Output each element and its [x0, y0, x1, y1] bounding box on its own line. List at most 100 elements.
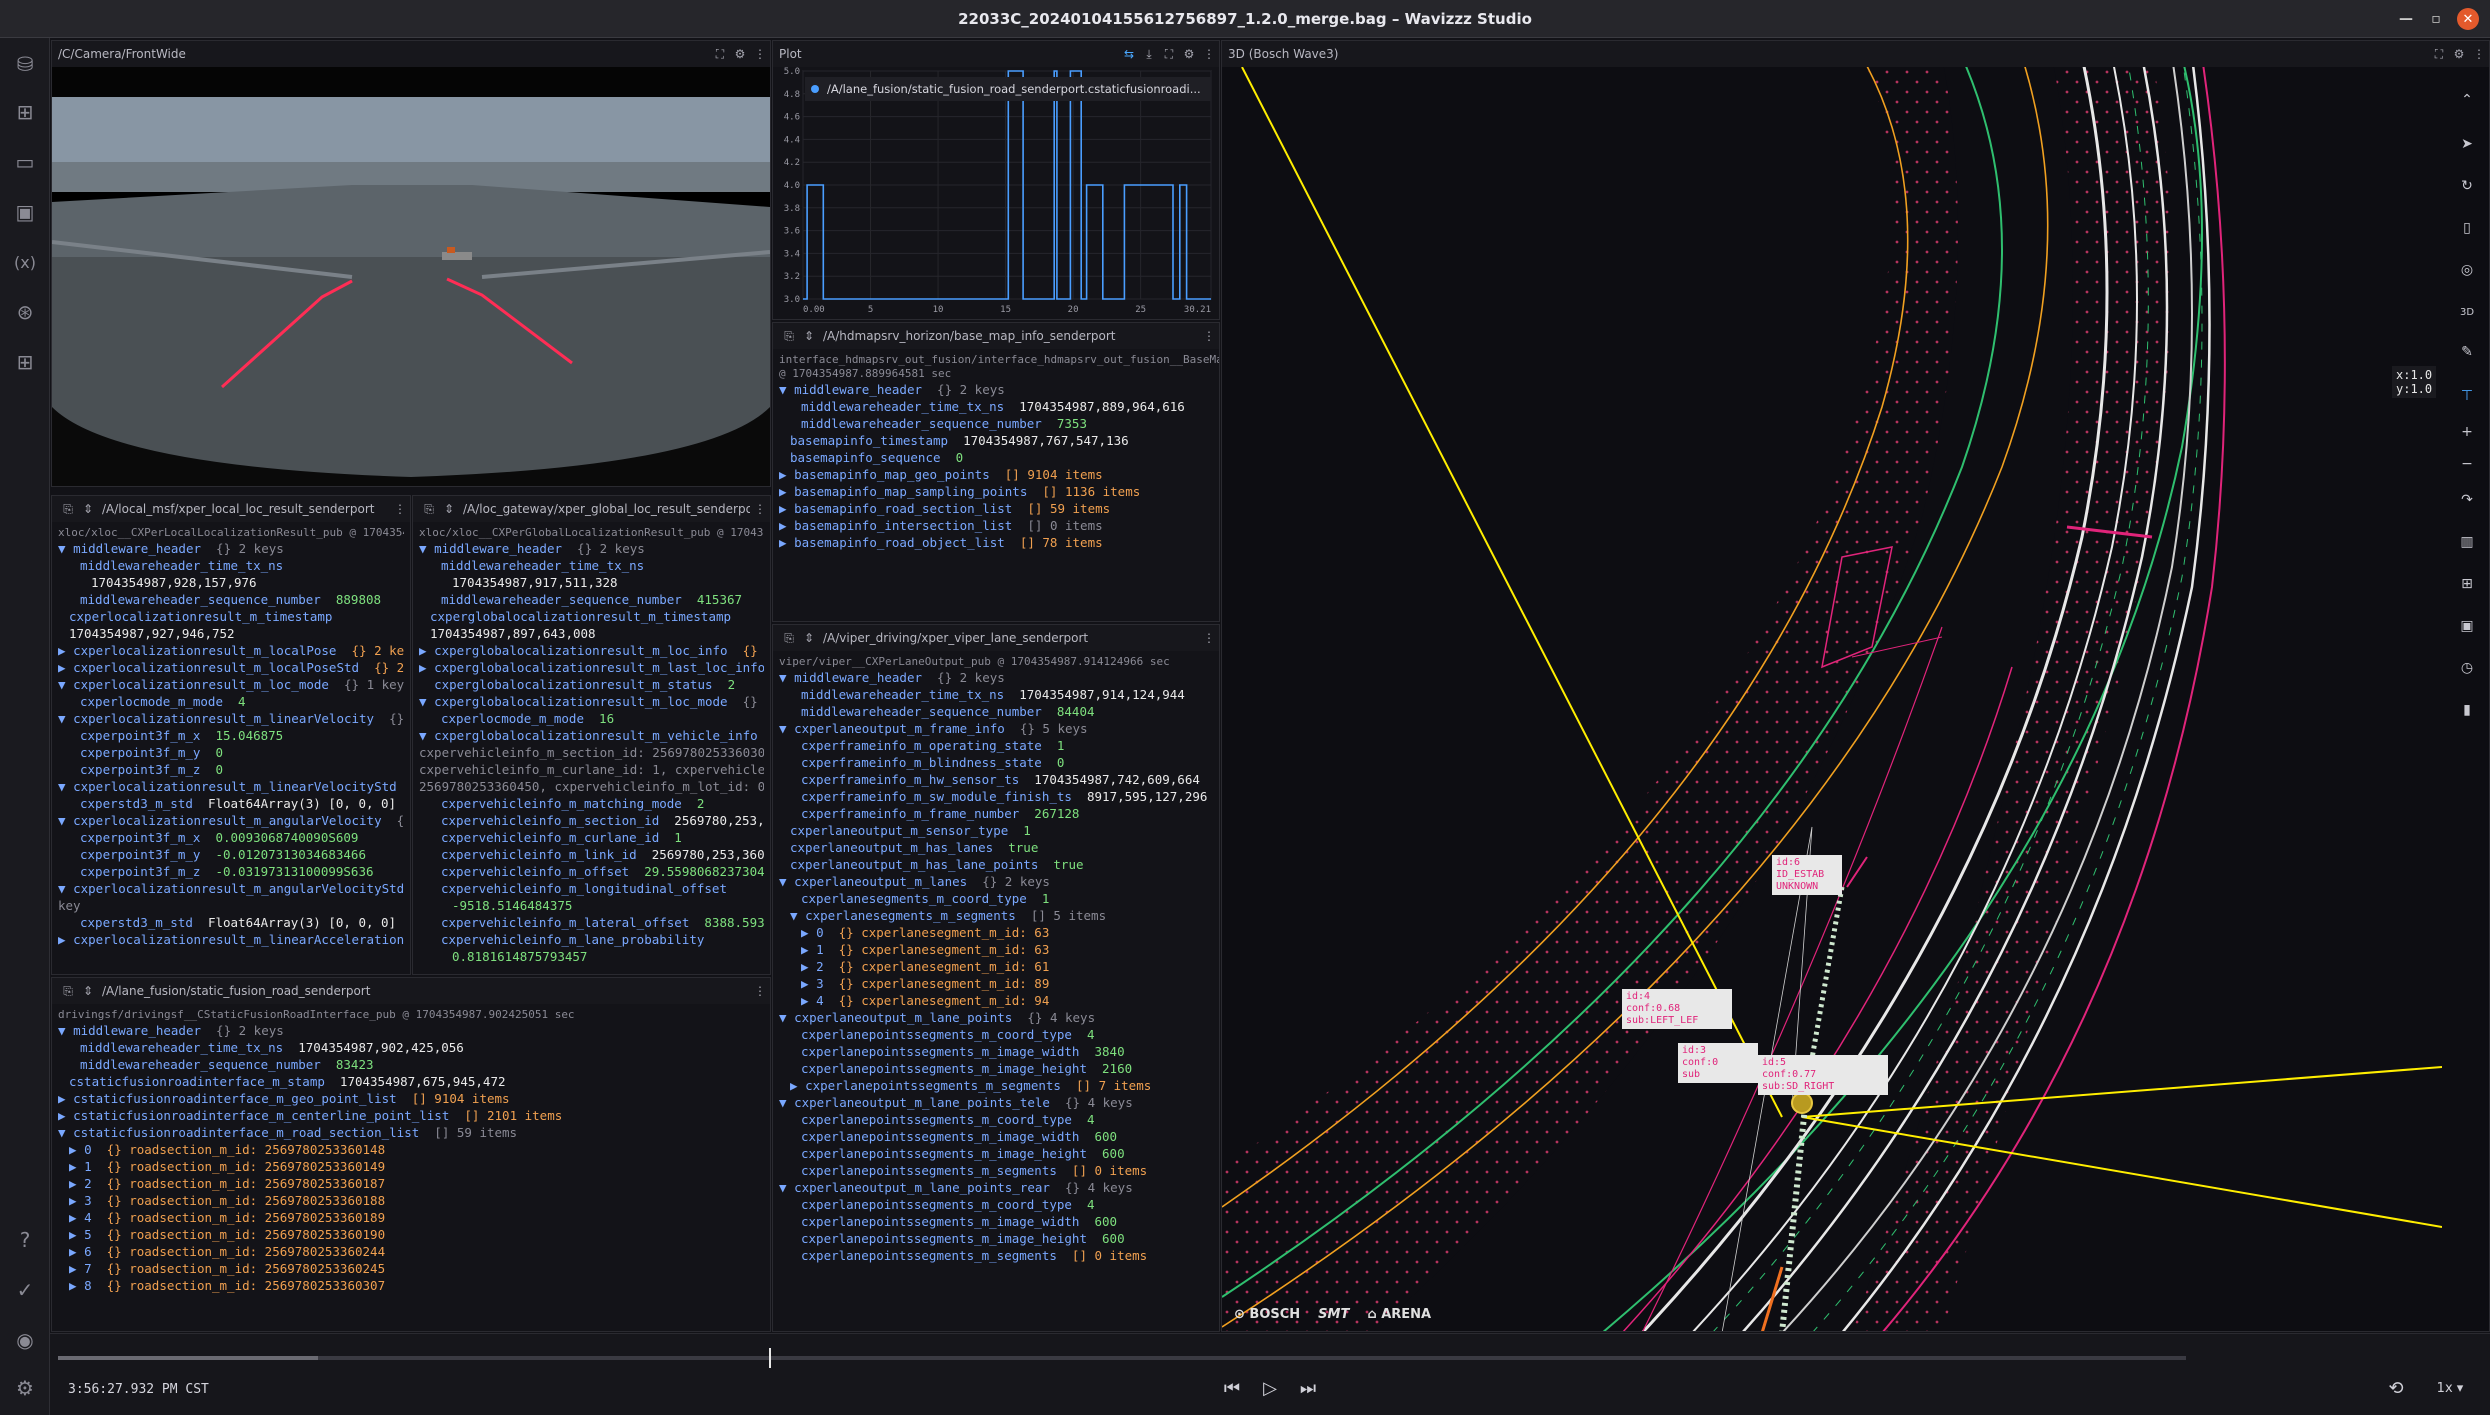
tree-row[interactable]: ▶ cxperlocalizationresult_m_localPose {}… [58, 642, 404, 659]
minimize-icon[interactable]: — [2395, 8, 2417, 30]
raw-messages-icon[interactable]: ⎘ [58, 502, 78, 517]
tree-row[interactable]: ▶ cstaticfusionroadinterface_m_centerlin… [58, 1107, 764, 1124]
expanded-arrow-icon[interactable]: ▼ [779, 1010, 794, 1025]
collapse-up-icon[interactable]: ⌃ [2452, 85, 2482, 115]
expanded-arrow-icon[interactable]: ▼ [419, 728, 434, 743]
expanded-arrow-icon[interactable]: ▼ [58, 779, 73, 794]
tree-row[interactable]: ▶ 4 {} roadsection_m_id: 256978025336018… [58, 1209, 764, 1226]
tree-row[interactable]: ▼ cxperlaneoutput_m_frame_info {} 5 keys [779, 720, 1213, 737]
collapsed-arrow-icon[interactable]: ▶ [779, 467, 794, 482]
collapsed-arrow-icon[interactable]: ▶ [779, 518, 794, 533]
collapsed-arrow-icon[interactable]: ▶ [801, 959, 816, 974]
more-icon[interactable]: ⋮ [750, 984, 770, 998]
expanded-arrow-icon[interactable]: ▼ [779, 874, 794, 889]
skip-forward-icon[interactable]: ⏭ [1296, 1376, 1320, 1400]
focus-icon[interactable]: ◎ [2452, 255, 2482, 285]
tree-row[interactable]: ▶ cxperglobalocalizationresult_m_loc_inf… [419, 642, 764, 659]
collapsed-arrow-icon[interactable]: ▶ [801, 925, 816, 940]
tree-row[interactable]: ▼ cxperlocalizationresult_m_loc_mode {} … [58, 676, 404, 693]
spacer[interactable] [419, 677, 434, 692]
zoom-out-icon[interactable]: − [2452, 449, 2482, 479]
tree-row[interactable]: ▶ 1 {} roadsection_m_id: 256978025336014… [58, 1158, 764, 1175]
tree-row[interactable]: ▼ middleware_header {} 2 keys [58, 1022, 764, 1039]
tree-row[interactable]: ▶ 5 {} roadsection_m_id: 256978025336019… [58, 1226, 764, 1243]
tree-row[interactable]: ▶ basemapinfo_road_section_list [] 59 it… [779, 500, 1213, 517]
tree-row[interactable]: ▼ cxperlanesegments_m_segments [] 5 item… [779, 907, 1213, 924]
object-label-5[interactable]: id:5 conf:0.77 sub:SD_RIGHT [1758, 1055, 1888, 1095]
expand-collapse-icon[interactable]: ⇕ [78, 984, 98, 998]
data-source-icon[interactable]: ⛁ [11, 50, 39, 78]
settings-icon[interactable]: ⚙ [2449, 47, 2469, 61]
expanded-arrow-icon[interactable]: ▼ [779, 721, 794, 736]
collapsed-arrow-icon[interactable]: ▶ [419, 643, 434, 658]
speed-select[interactable]: 1x ▾ [2428, 1376, 2472, 1400]
pin-icon[interactable]: ⊤ [2452, 381, 2482, 411]
collapsed-arrow-icon[interactable]: ▶ [58, 643, 73, 658]
tree-row[interactable]: ▶ cxperglobalocalizationresult_m_last_lo… [419, 659, 764, 676]
collapsed-arrow-icon[interactable]: ▶ [58, 1108, 73, 1123]
play-icon[interactable]: ▷ [1258, 1376, 1282, 1400]
grid-icon[interactable]: ⊞ [2452, 569, 2482, 599]
collapsed-arrow-icon[interactable]: ▶ [69, 1193, 84, 1208]
tree-row[interactable]: ▼ cxperlocalizationresult_m_linearVeloci… [58, 778, 404, 795]
object-label-6[interactable]: id:6 ID_ESTAB UNKNOWN [1772, 855, 1842, 895]
tree-row[interactable]: ▼ middleware_header {} 2 keys [58, 540, 404, 557]
expanded-arrow-icon[interactable]: ▼ [58, 711, 73, 726]
reset-view-icon[interactable]: ↷ [2452, 485, 2482, 515]
tree-row[interactable]: ▶ 2 {} cxperlanesegment_m_id: 61 [779, 958, 1213, 975]
tree-row[interactable]: ▼ cxperglobalocalizationresult_m_loc_mod… [419, 693, 764, 710]
expand-collapse-icon[interactable]: ⇕ [439, 502, 459, 516]
apps-icon[interactable]: ⊞ [11, 348, 39, 376]
collapsed-arrow-icon[interactable]: ▶ [779, 484, 794, 499]
more-icon[interactable]: ⋮ [2469, 47, 2489, 61]
tree-row[interactable]: ▶ 0 {} cxperlanesegment_m_id: 63 [779, 924, 1213, 941]
plot-area[interactable]: 5.0 4.8 4.6 4.4 4.2 4.0 3.8 3.6 3.4 3.2 3.0 0.00 5 10… [773, 67, 1219, 319]
check-icon[interactable]: ✓ [11, 1276, 39, 1304]
tree-row[interactable]: ▼ cxperlaneoutput_m_lane_points {} 4 key… [779, 1009, 1213, 1026]
more-icon[interactable]: ⋮ [1199, 47, 1219, 61]
collapsed-arrow-icon[interactable]: ▶ [69, 1210, 84, 1225]
collapsed-arrow-icon[interactable]: ▶ [58, 932, 73, 947]
tree-row[interactable]: ▼ cxperlocalizationresult_m_angularVeloc… [58, 880, 404, 897]
collapsed-arrow-icon[interactable]: ▶ [69, 1176, 84, 1191]
collapsed-arrow-icon[interactable]: ▶ [58, 1091, 73, 1106]
collapsed-arrow-icon[interactable]: ▶ [69, 1142, 84, 1157]
object-label-3[interactable]: id:3 conf:0 sub [1678, 1043, 1758, 1083]
tree-row[interactable]: ▶ basemapinfo_road_object_list [] 78 ite… [779, 534, 1213, 551]
tree-row[interactable]: ▶ cxperlocalizationresult_m_linearAccele… [58, 931, 404, 948]
tree-row[interactable]: ▶ 3 {} roadsection_m_id: 256978025336018… [58, 1192, 764, 1209]
variables-icon[interactable]: (x) [11, 248, 39, 276]
settings-gear-icon[interactable]: ⚙ [11, 1374, 39, 1402]
clock-icon[interactable]: ◷ [2452, 653, 2482, 683]
expand-collapse-icon[interactable]: ⇕ [799, 329, 819, 343]
panel-add-icon[interactable]: ▭ [11, 148, 39, 176]
tree-row[interactable]: ▼ cxperlocalizationresult_m_linearVeloci… [58, 710, 404, 727]
more-icon[interactable]: ⋮ [750, 47, 770, 61]
collapsed-arrow-icon[interactable]: ▶ [69, 1278, 84, 1293]
scene-3d[interactable] [1222, 67, 2442, 1332]
expanded-arrow-icon[interactable]: ▼ [779, 1180, 794, 1195]
collapsed-arrow-icon[interactable]: ▶ [779, 535, 794, 550]
tree-row[interactable]: ▼ middleware_header {} 2 keys [419, 540, 764, 557]
tree-row[interactable]: ▼ cxperlaneoutput_m_lane_points_rear {} … [779, 1179, 1213, 1196]
more-icon[interactable]: ⋮ [1199, 631, 1219, 645]
rotate-icon[interactable]: ↻ [2452, 171, 2482, 201]
expanded-arrow-icon[interactable]: ▼ [419, 694, 434, 709]
raw-messages-icon[interactable]: ⎘ [779, 631, 799, 646]
collapsed-arrow-icon[interactable]: ▶ [58, 660, 73, 675]
tree-row[interactable]: ▼ cxperlocalizationresult_m_angularVeloc… [58, 812, 404, 829]
collapsed-arrow-icon[interactable]: ▶ [69, 1227, 84, 1242]
tree-row[interactable]: ▶ basemapinfo_intersection_list [] 0 ite… [779, 517, 1213, 534]
tree-row[interactable]: ▼ cxperlaneoutput_m_lane_points_tele {} … [779, 1094, 1213, 1111]
tree-row[interactable]: ▶ 6 {} roadsection_m_id: 256978025336024… [58, 1243, 764, 1260]
collapsed-arrow-icon[interactable]: ▶ [779, 501, 794, 516]
raw-messages-icon[interactable]: ⎘ [779, 329, 799, 344]
tree-row[interactable]: ▼ cxperglobalocalizationresult_m_vehicle… [419, 727, 764, 744]
expanded-arrow-icon[interactable]: ▼ [419, 541, 434, 556]
maximize-icon[interactable]: ▫ [2425, 8, 2447, 30]
settings-icon[interactable]: ⚙ [1179, 47, 1199, 61]
tree-row[interactable]: ▶ 7 {} roadsection_m_id: 256978025336024… [58, 1260, 764, 1277]
expanded-arrow-icon[interactable]: ▼ [58, 677, 73, 692]
tree-row[interactable]: ▼ middleware_header {} 2 keys [779, 669, 1213, 686]
collapsed-arrow-icon[interactable]: ▶ [801, 976, 816, 991]
